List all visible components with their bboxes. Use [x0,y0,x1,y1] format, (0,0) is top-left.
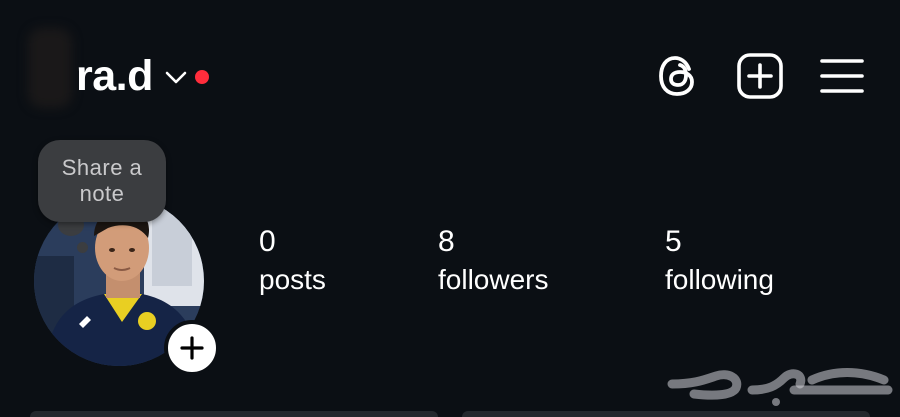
threads-icon[interactable] [654,52,702,100]
profile-stats: 0 posts 8 followers 5 following [0,224,900,304]
edit-profile-button-edge[interactable] [30,411,438,417]
following-label: following [665,264,774,295]
share-profile-button-edge[interactable] [462,411,870,417]
following-stat[interactable]: 5 following [665,224,774,297]
followers-label: followers [438,264,549,295]
highlights-row-edge [30,411,870,417]
add-story-button[interactable] [164,320,220,376]
chevron-down-icon[interactable] [165,71,187,85]
account-switcher[interactable]: ra.d [28,28,209,112]
notification-dot [194,70,209,84]
blurred-sticker [28,28,72,108]
menu-icon[interactable] [818,52,866,100]
header-actions [654,52,866,100]
posts-label: posts [259,264,326,295]
posts-stat[interactable]: 0 posts [259,224,326,297]
plus-icon [180,336,204,360]
followers-count: 8 [438,225,455,258]
posts-count: 0 [259,225,276,258]
haraj-watermark-icon [667,368,893,406]
username[interactable]: ra.d [76,54,153,98]
share-note-button[interactable]: Share a note [38,140,166,222]
followers-stat[interactable]: 8 followers [438,224,548,297]
new-post-icon[interactable] [736,52,784,100]
share-note-label: Share a note [61,154,143,206]
profile-screen: ra.d Share a note 0 posts 8 followers 5 … [0,0,900,417]
following-count: 5 [665,225,682,258]
